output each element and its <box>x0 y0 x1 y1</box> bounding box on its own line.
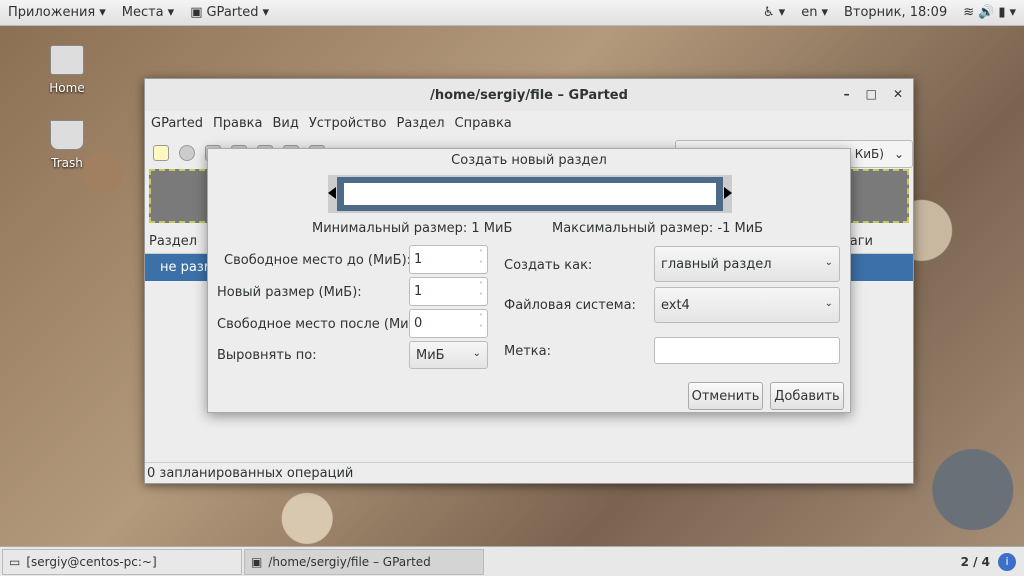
minimize-button[interactable]: – <box>844 87 850 101</box>
cancel-button[interactable]: Отменить <box>688 382 763 410</box>
align-label: Выровнять по: <box>217 348 317 363</box>
window-title: /home/sergiy/file – GParted <box>430 87 628 103</box>
create-as-value: главный раздел <box>661 257 772 272</box>
menu-edit[interactable]: Правка <box>213 116 262 131</box>
task-gparted-label: /home/sergiy/file – GParted <box>268 554 431 569</box>
chevron-down-icon: ▾ <box>99 5 106 20</box>
free-after-value: 0 <box>414 316 423 331</box>
min-size-label: Минимальный размер: 1 МиБ <box>312 221 513 236</box>
task-terminal[interactable]: ▭ [sergiy@centos-pc:~] <box>2 548 242 575</box>
menu-partition[interactable]: Раздел <box>396 116 444 131</box>
add-button[interactable]: Добавить <box>770 382 844 410</box>
delete-icon[interactable] <box>179 144 195 161</box>
align-value: МиБ <box>416 348 445 363</box>
filesystem-value: ext4 <box>661 298 690 313</box>
home-label: Home <box>49 81 85 95</box>
filesystem-select[interactable]: ext4 ⌄ <box>654 287 840 323</box>
language-label: en <box>801 5 818 20</box>
places-menu[interactable]: Места ▾ <box>114 5 182 20</box>
menu-bar: GParted Правка Вид Устройство Раздел Спр… <box>145 111 913 136</box>
desktop-icon-home[interactable]: Home <box>40 45 94 95</box>
size-slider[interactable] <box>328 175 732 213</box>
chevron-down-icon: ▾ <box>167 5 175 20</box>
create-as-label: Создать как: <box>504 258 593 273</box>
label-input[interactable] <box>654 337 840 364</box>
new-size-spinner[interactable]: 1 ˄ ˅ <box>409 277 488 306</box>
applications-label: Приложения <box>8 5 96 20</box>
gparted-icon: ▣ <box>251 554 263 569</box>
status-bar: 0 запланированных операций <box>145 462 913 483</box>
right-handle-icon[interactable] <box>724 187 732 199</box>
maximize-button[interactable]: □ <box>866 87 877 101</box>
accessibility-menu[interactable]: ♿ ▾ <box>755 5 793 20</box>
terminal-icon: ▭ <box>9 554 21 569</box>
filesystem-label: Файловая система: <box>504 298 636 313</box>
menu-view[interactable]: Вид <box>272 116 298 131</box>
free-before-label: Свободное место до (МиБ): <box>224 253 412 268</box>
trash-icon <box>50 120 84 150</box>
accessibility-icon: ♿ <box>763 5 775 20</box>
title-bar[interactable]: /home/sergiy/file – GParted – □ ✕ <box>145 79 913 111</box>
task-gparted[interactable]: ▣ /home/sergiy/file – GParted <box>244 548 484 575</box>
close-button[interactable]: ✕ <box>893 87 903 101</box>
clock[interactable]: Вторник, 18:09 <box>836 5 955 20</box>
free-before-value: 1 <box>414 252 423 267</box>
desktop-icon-trash[interactable]: Trash <box>40 120 94 170</box>
task-terminal-label: [sergiy@centos-pc:~] <box>26 554 157 569</box>
new-size-value: 1 <box>414 284 423 299</box>
free-before-spinner[interactable]: 1 ˄ ˅ <box>409 245 488 274</box>
menu-device[interactable]: Устройство <box>309 116 387 131</box>
workspace-indicator[interactable]: 2 / 4 <box>961 555 990 569</box>
create-as-select[interactable]: главный раздел ⌄ <box>654 246 840 282</box>
menu-help[interactable]: Справка <box>455 116 512 131</box>
applications-menu[interactable]: Приложения ▾ <box>0 5 114 20</box>
app-label: GParted <box>206 5 259 20</box>
column-partition[interactable]: Раздел <box>149 234 197 249</box>
gparted-icon: ▣ <box>190 5 203 20</box>
battery-icon: ▮ <box>998 5 1006 20</box>
volume-icon: 🔊 <box>978 5 995 20</box>
chevron-down-icon: ⌄ <box>893 147 904 161</box>
create-partition-dialog: Создать новый раздел Минимальный размер:… <box>207 148 851 413</box>
top-bar: Приложения ▾ Места ▾ ▣ GParted ▾ ♿ ▾ en ▾ Втор… <box>0 0 1024 26</box>
free-after-label: Свободное место после (МиБ): <box>217 317 427 332</box>
left-handle-icon[interactable] <box>328 187 336 199</box>
max-size-label: Максимальный размер: -1 МиБ <box>552 221 764 236</box>
new-size-label: Новый размер (МиБ): <box>217 285 362 300</box>
new-partition-icon[interactable] <box>153 144 169 161</box>
label-label: Метка: <box>504 344 551 359</box>
align-select[interactable]: МиБ ⌄ <box>409 341 488 369</box>
info-icon[interactable]: i <box>998 552 1016 571</box>
wifi-icon: ≋ <box>963 5 975 20</box>
dialog-title: Создать новый раздел <box>451 153 607 168</box>
app-menu[interactable]: ▣ GParted ▾ <box>182 5 277 20</box>
taskbar: ▭ [sergiy@centos-pc:~] ▣ /home/sergiy/file… <box>0 546 1024 576</box>
free-after-spinner[interactable]: 0 ˄ ˅ <box>409 309 488 338</box>
home-folder-icon <box>50 45 84 75</box>
places-label: Места <box>121 5 164 20</box>
chevron-down-icon: ▾ <box>262 5 270 20</box>
system-menu[interactable]: ≋ 🔊 ▮ ▾ <box>955 5 1024 20</box>
menu-gparted[interactable]: GParted <box>151 116 203 131</box>
trash-label: Trash <box>51 156 83 170</box>
language-menu[interactable]: en ▾ <box>793 5 836 20</box>
